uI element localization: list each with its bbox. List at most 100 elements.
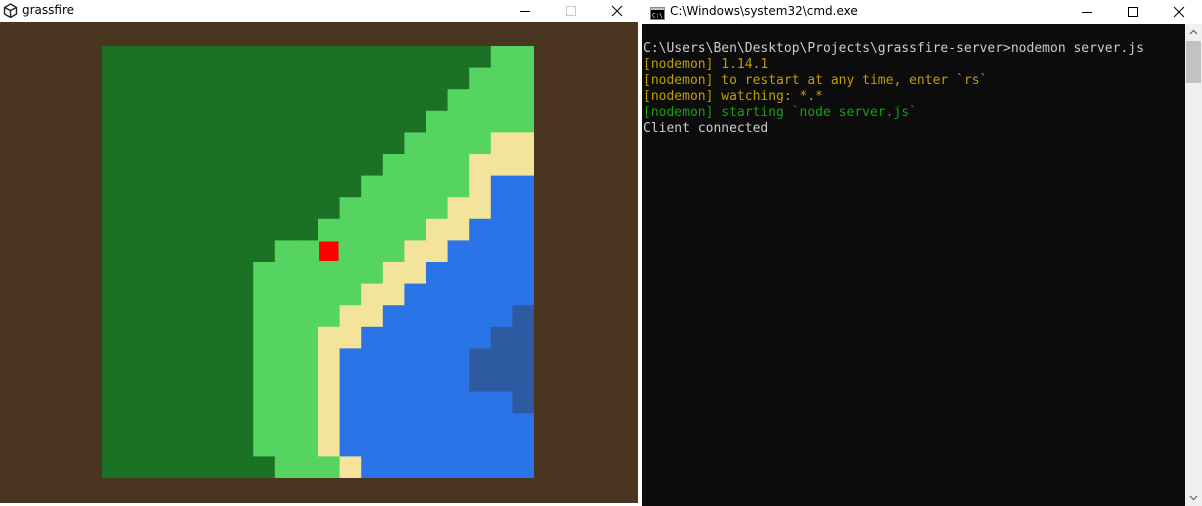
tile-forest [318,197,341,220]
tile-grass [296,348,319,371]
tile-water [447,370,470,393]
tile-forest [145,132,168,155]
tile-forest [145,197,168,220]
close-button[interactable] [594,0,640,22]
tile-forest [166,370,189,393]
tile-sand [447,197,470,220]
tile-water [382,413,405,436]
tile-forest [404,67,427,90]
tile-grass [253,262,276,285]
tile-water [512,175,534,198]
tile-sand [361,305,384,328]
tile-map[interactable] [102,46,534,478]
tile-forest [188,348,211,371]
tile-forest [123,218,146,241]
tile-water [469,434,492,457]
maximize-button[interactable] [548,0,594,22]
unity-logo-icon [3,3,18,19]
tile-water [426,370,449,393]
tile-forest [102,197,125,220]
tile-water [512,283,534,306]
tile-forest [274,89,297,112]
maximize-button[interactable] [1110,0,1156,24]
tile-grass [339,283,362,306]
tile-water [404,326,427,349]
tile-water [447,326,470,349]
tile-water [447,305,470,328]
close-icon [611,5,623,17]
tile-grass [253,326,276,349]
vertical-scrollbar[interactable] [1185,24,1202,506]
console-line: C:\Users\Ben\Desktop\Projects\grassfire-… [643,41,1144,56]
tile-sand [361,283,384,306]
console-output[interactable]: C:\Users\Ben\Desktop\Projects\grassfire-… [642,41,1184,501]
tile-forest [188,110,211,133]
tile-water [382,434,405,457]
tile-sand [469,197,492,220]
tile-grass [296,434,319,457]
tile-forest [231,326,254,349]
game-canvas[interactable] [0,22,638,503]
tile-forest [469,46,492,69]
tile-forest [123,240,146,263]
tile-water [512,434,534,457]
scroll-up-button[interactable] [1185,24,1202,41]
tile-grass [490,46,513,69]
tile-grass [253,305,276,328]
tile-forest [166,175,189,198]
close-button[interactable] [1156,0,1202,24]
tile-sand [404,240,427,263]
tile-sand [339,456,362,478]
tile-forest [231,67,254,90]
tile-forest [231,305,254,328]
tile-forest [231,132,254,155]
tile-water [447,348,470,371]
tile-forest [253,456,276,478]
tile-water [447,391,470,414]
tile-water [361,370,384,393]
minimize-button[interactable] [1064,0,1110,24]
window-title: grassfire [22,3,75,17]
tile-forest [382,46,405,69]
tile-forest [274,154,297,177]
tile-water [361,326,384,349]
tile-water [361,456,384,478]
tile-forest [166,413,189,436]
tile-forest [188,326,211,349]
tile-forest [145,154,168,177]
tile-forest [274,110,297,133]
tile-sand [318,348,341,371]
tile-forest [210,262,233,285]
tile-grass [296,326,319,349]
tile-grass [469,110,492,133]
game-title-bar[interactable]: grassfire [0,0,640,22]
scroll-down-button[interactable] [1185,489,1202,506]
tile-sand [469,154,492,177]
tile-grass [361,197,384,220]
tile-forest [123,67,146,90]
tile-water [469,413,492,436]
tile-grass [274,240,297,263]
tile-forest [166,89,189,112]
tile-grass [253,391,276,414]
window-title: C:\Windows\system32\cmd.exe [670,4,858,18]
tile-forest [188,283,211,306]
tile-forest [274,46,297,69]
tile-water [469,391,492,414]
tile-sand [318,370,341,393]
console-title-bar[interactable]: C:\ C:\Windows\system32\cmd.exe [642,0,1202,24]
tile-grass [447,132,470,155]
tile-grass [274,348,297,371]
tile-water [361,413,384,436]
tile-forest [188,391,211,414]
tile-forest [145,348,168,371]
minimize-button[interactable] [502,0,548,22]
tile-deep-water [512,348,534,371]
scroll-thumb[interactable] [1186,41,1201,83]
tile-water [490,283,513,306]
tile-forest [188,413,211,436]
tile-water [469,305,492,328]
tile-water [404,434,427,457]
tile-water [512,240,534,263]
tile-grass [426,110,449,133]
